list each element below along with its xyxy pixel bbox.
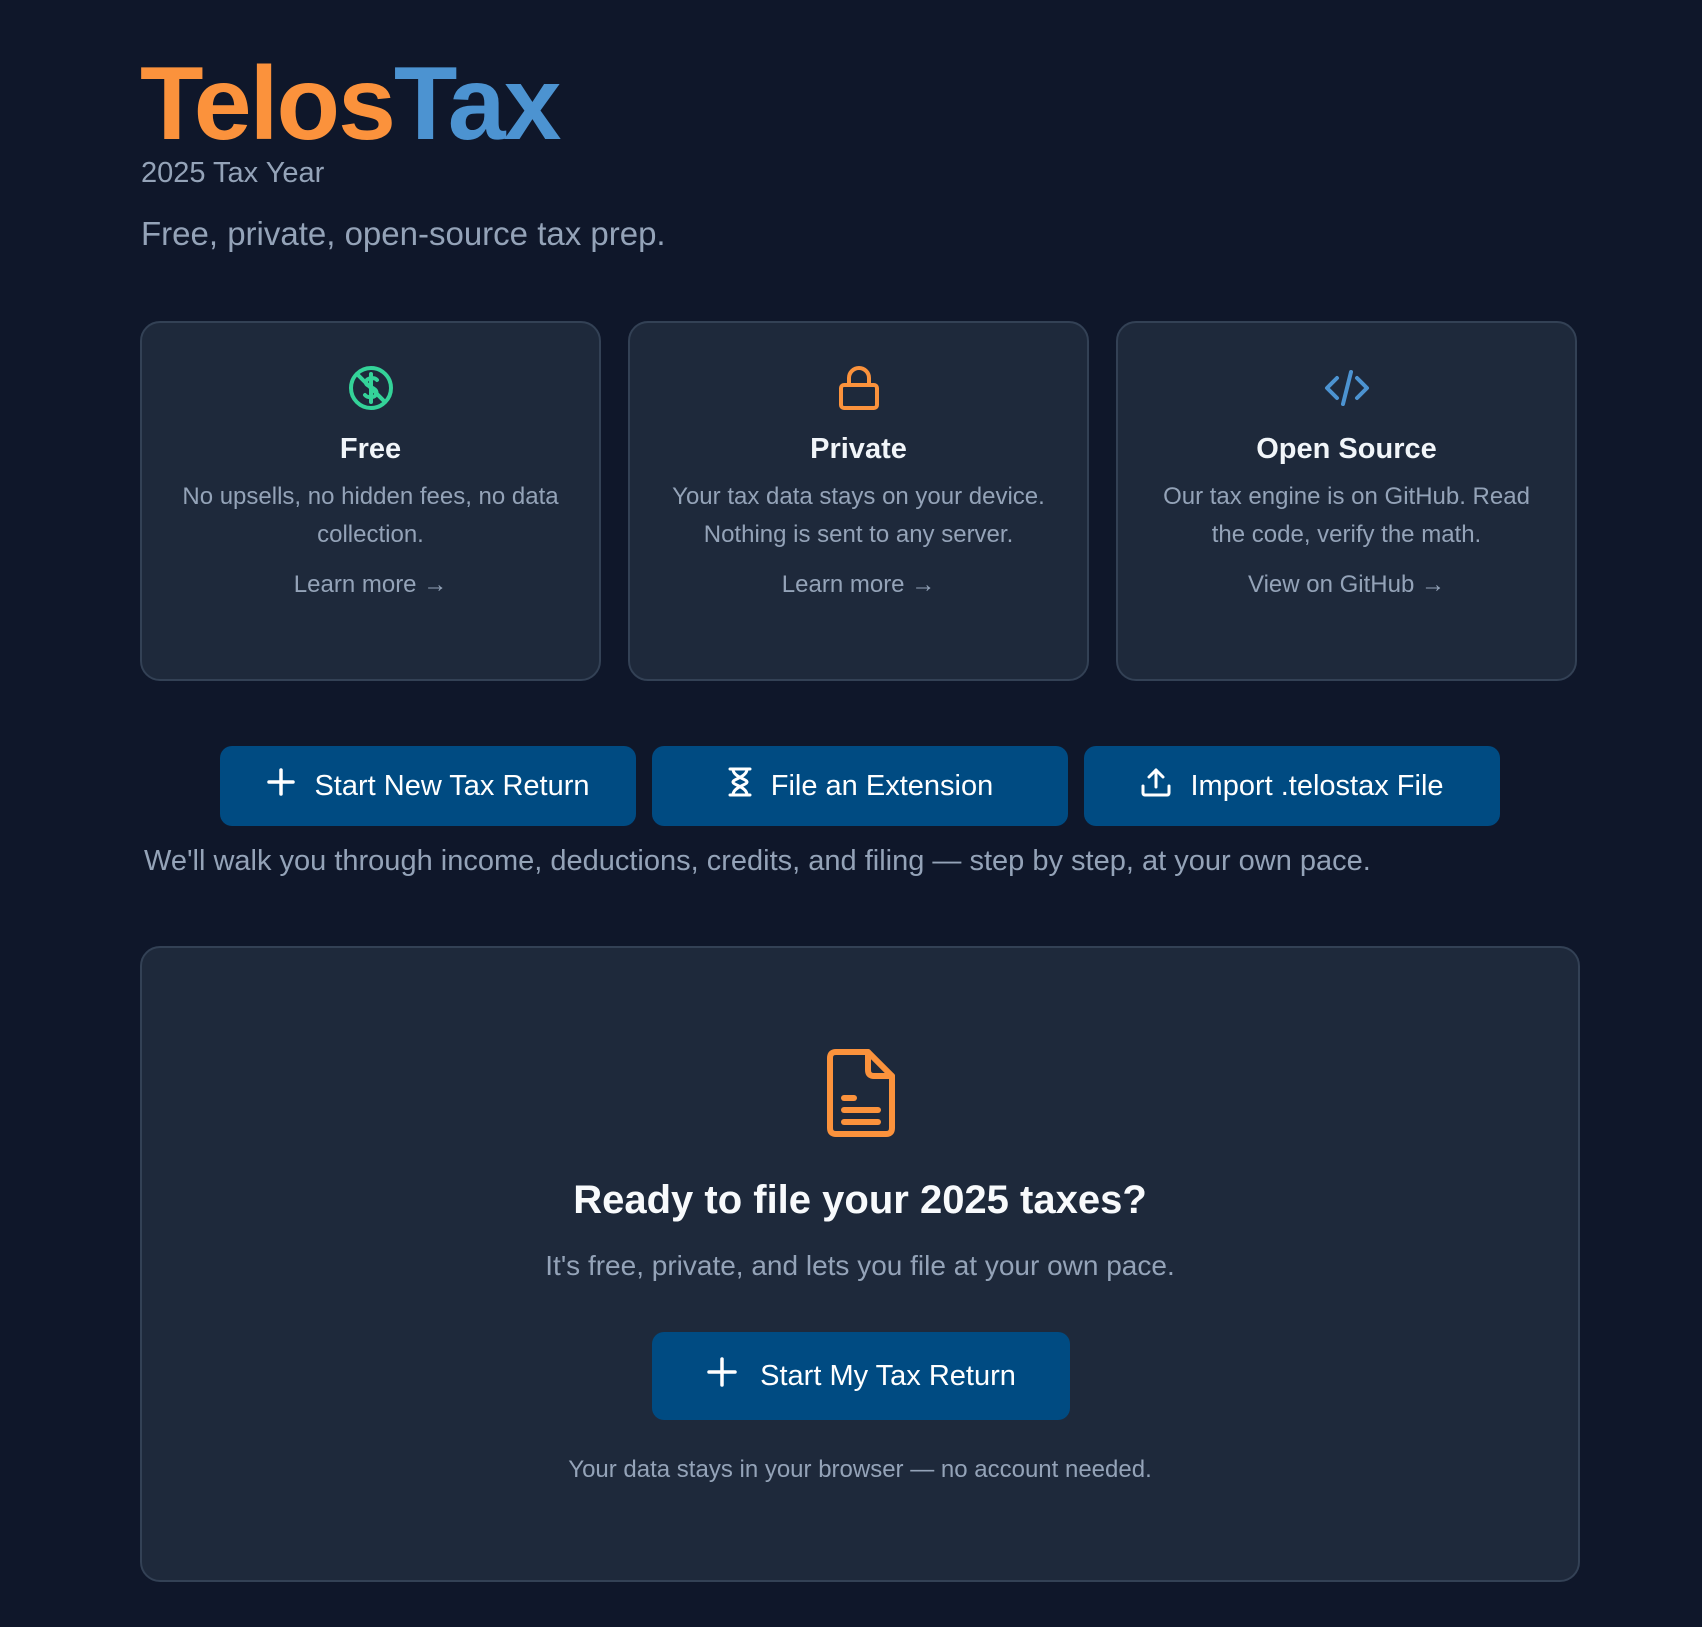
feature-description-block: No upsells, no hidden fees, no data coll… bbox=[182, 478, 559, 604]
code-icon bbox=[1118, 363, 1575, 413]
feature-title: Free bbox=[339, 433, 402, 465]
brand-part-telos: Telos bbox=[140, 46, 396, 162]
cta-title: Ready to file your 2025 taxes? bbox=[573, 1178, 1147, 1222]
import-file-label: Import .telostax File bbox=[1190, 769, 1444, 802]
home-page: TelosTax 2025 Tax Year Free, private, op… bbox=[0, 0, 1702, 1627]
walkthrough-text: We'll walk you through income, deduction… bbox=[144, 845, 1371, 877]
cta-subtitle: It's free, private, and lets you file at… bbox=[545, 1250, 1175, 1281]
feature-description-block: Our tax engine is on GitHub. Read the co… bbox=[1158, 478, 1535, 604]
learn-more-link[interactable]: Learn more → bbox=[294, 566, 447, 604]
tax-year-label: 2025 Tax Year bbox=[141, 157, 325, 189]
learn-more-link[interactable]: Learn more → bbox=[782, 566, 935, 604]
feature-card-open-source: Open Source Our tax engine is on GitHub.… bbox=[1116, 321, 1577, 681]
start-new-tax-return-label: Start New Tax Return bbox=[314, 769, 590, 802]
start-my-tax-return-label: Start My Tax Return bbox=[760, 1359, 1016, 1392]
hourglass-icon bbox=[727, 766, 753, 806]
cta-card: Ready to file your 2025 taxes? It's free… bbox=[140, 946, 1580, 1582]
view-on-github-link[interactable]: View on GitHub → bbox=[1248, 566, 1445, 604]
start-new-tax-return-button[interactable]: Start New Tax Return bbox=[220, 746, 636, 826]
plus-icon bbox=[706, 1356, 738, 1396]
cta-privacy-note: Your data stays in your browser — no acc… bbox=[568, 1456, 1152, 1483]
feature-title: Private bbox=[810, 433, 907, 465]
lock-icon bbox=[630, 363, 1087, 413]
file-extension-button[interactable]: File an Extension bbox=[652, 746, 1068, 826]
plus-icon bbox=[266, 767, 296, 805]
file-extension-label: File an Extension bbox=[770, 769, 994, 802]
feature-card-private: Private Your tax data stays on your devi… bbox=[628, 321, 1089, 681]
import-file-button[interactable]: Import .telostax File bbox=[1084, 746, 1500, 826]
brand-logo: TelosTax bbox=[140, 52, 561, 156]
document-icon bbox=[142, 1048, 1578, 1138]
feature-description: No upsells, no hidden fees, no data coll… bbox=[182, 483, 559, 548]
feature-description: Our tax engine is on GitHub. Read the co… bbox=[1163, 483, 1530, 548]
start-my-tax-return-button[interactable]: Start My Tax Return bbox=[652, 1332, 1070, 1420]
tagline: Free, private, open-source tax prep. bbox=[141, 215, 666, 252]
feature-card-free: Free No upsells, no hidden fees, no data… bbox=[140, 321, 601, 681]
upload-icon bbox=[1140, 766, 1172, 806]
feature-title: Open Source bbox=[1256, 433, 1437, 465]
brand-part-tax: Tax bbox=[393, 46, 561, 162]
no-dollar-icon bbox=[142, 363, 599, 413]
feature-description: Your tax data stays on your device. Noth… bbox=[672, 483, 1045, 548]
feature-description-block: Your tax data stays on your device. Noth… bbox=[670, 478, 1047, 604]
